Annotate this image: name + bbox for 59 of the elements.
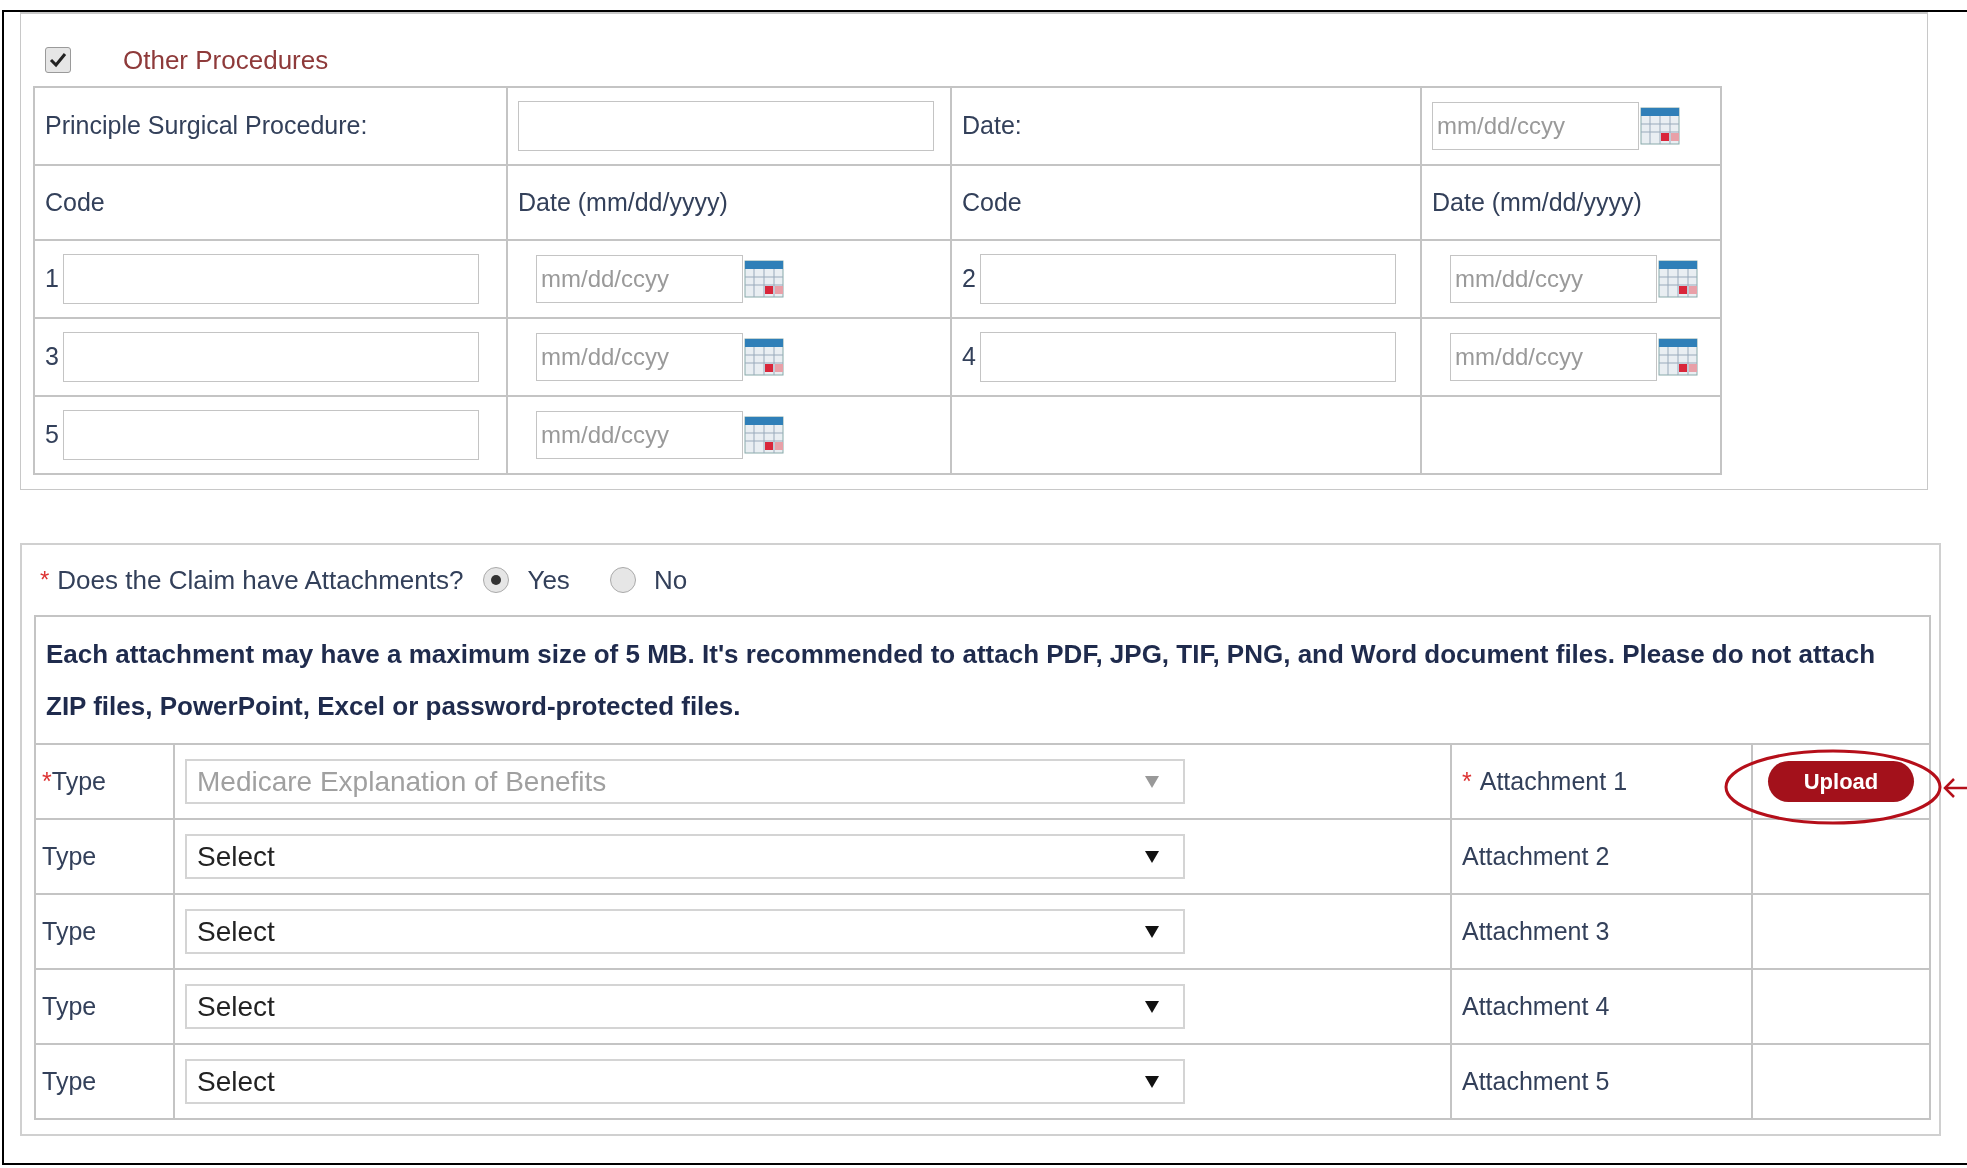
date-field[interactable]: mm/dd/ccyy <box>1432 102 1639 150</box>
code-field[interactable] <box>979 332 1396 382</box>
select-dropdown[interactable]: Select <box>185 1059 1185 1104</box>
calendar-icon[interactable] <box>744 416 784 454</box>
attachment-label: Attachment 5 <box>1462 1066 1610 1095</box>
field-label: Type <box>42 991 97 1020</box>
attachment-label: Attachment 4 <box>1462 991 1610 1020</box>
select-dropdown[interactable]: Select <box>185 909 1185 954</box>
calendar-icon[interactable] <box>744 260 784 298</box>
row-number: 1 <box>45 263 59 295</box>
field-label: Date: <box>962 111 1022 140</box>
attachment-label: Attachment 3 <box>1462 916 1610 945</box>
column-header: Code <box>962 187 1022 216</box>
checkbox[interactable] <box>45 47 71 73</box>
field-label: Type <box>42 1066 97 1095</box>
date-field[interactable]: mm/dd/ccyy <box>1450 333 1657 381</box>
caret-icon <box>1145 925 1159 938</box>
column-header: Date (mm/dd/yyyy) <box>518 187 728 216</box>
calendar-icon[interactable] <box>744 338 784 376</box>
code-field[interactable] <box>62 332 479 382</box>
field-label: Type <box>51 766 106 795</box>
radio-option[interactable]: Yes <box>483 560 570 600</box>
radio-option[interactable]: No <box>609 560 688 600</box>
row-number: 3 <box>45 341 59 373</box>
row-number: 4 <box>962 341 976 373</box>
code-field[interactable] <box>62 410 479 460</box>
field-label: Type <box>42 841 97 870</box>
calendar-icon[interactable] <box>1658 260 1698 298</box>
field-label: Principle Surgical Procedure: <box>45 111 368 140</box>
attachment-label: Attachment 2 <box>1462 841 1610 870</box>
column-header: Code <box>45 187 105 216</box>
date-field[interactable]: mm/dd/ccyy <box>1450 255 1657 303</box>
row-number: 2 <box>962 263 976 295</box>
required-mark: * <box>1462 766 1472 795</box>
section-label: Other Procedures <box>123 43 329 77</box>
notice-text: Each attachment may have a maximum size of 5 MB. It's recommended to attach PDF, JPG, TIF, PNG, and Word document files. Please do not attach ZIP files, PowerPoint, Excel or password-protected files. <box>46 638 1876 723</box>
required-mark: * <box>42 766 52 795</box>
field-label: Type <box>42 916 97 945</box>
required-mark: * <box>40 565 50 595</box>
question-label: Does the Claim have Attachments? <box>57 563 464 597</box>
code-field[interactable] <box>979 254 1396 304</box>
date-field[interactable]: mm/dd/ccyy <box>536 411 743 459</box>
calendar-icon[interactable] <box>1640 107 1680 145</box>
caret-icon <box>1145 850 1159 863</box>
caret-icon <box>1145 1000 1159 1013</box>
input-field[interactable] <box>518 101 934 151</box>
date-field[interactable]: mm/dd/ccyy <box>536 255 743 303</box>
annotation-arrow <box>1943 776 1967 800</box>
code-field[interactable] <box>62 254 479 304</box>
date-field[interactable]: mm/dd/ccyy <box>536 333 743 381</box>
caret-icon <box>1145 775 1159 788</box>
select-dropdown[interactable]: Select <box>185 834 1185 879</box>
checkmark-icon <box>49 52 67 68</box>
calendar-icon[interactable] <box>1658 338 1698 376</box>
row-number: 5 <box>45 419 59 451</box>
caret-icon <box>1145 1075 1159 1088</box>
column-header: Date (mm/dd/yyyy) <box>1432 187 1642 216</box>
select-dropdown[interactable]: Select <box>185 984 1185 1029</box>
attachment-label: Attachment 1 <box>1479 766 1628 795</box>
